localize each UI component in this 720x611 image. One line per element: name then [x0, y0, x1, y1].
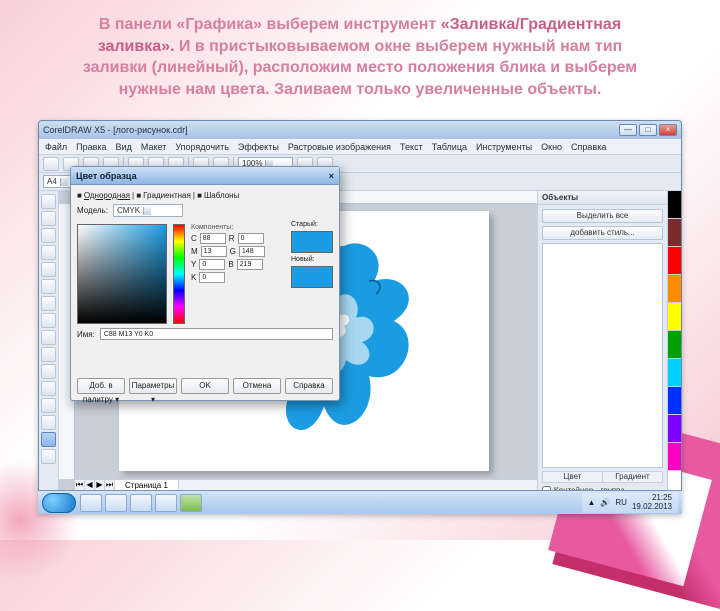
- window-title: CorelDRAW X5 - [лого-рисунок.cdr]: [43, 125, 188, 135]
- crop-tool-icon[interactable]: [41, 228, 56, 243]
- taskbar-clock[interactable]: 21:25 19.02.2013: [632, 494, 672, 512]
- menu-layout[interactable]: Макет: [141, 142, 166, 152]
- swatch[interactable]: [668, 415, 681, 443]
- swatch[interactable]: [668, 247, 681, 275]
- color-dialog[interactable]: Цвет образца × ■ Однородная | ■ Градиент…: [70, 166, 340, 401]
- fill-tool-icon[interactable]: [41, 432, 56, 447]
- window-min-button[interactable]: —: [619, 124, 637, 136]
- pick-tool-icon[interactable]: [41, 194, 56, 209]
- taskbar-icon[interactable]: [155, 494, 177, 512]
- swatch[interactable]: [668, 387, 681, 415]
- old-color-label: Старый:: [291, 221, 333, 228]
- menu-bar: Файл Правка Вид Макет Упорядочить Эффект…: [39, 139, 681, 155]
- rgb-r-field[interactable]: 0: [238, 233, 264, 244]
- docker-panel: Объекты Выделить все добавить стиль... Ц…: [537, 191, 667, 499]
- menu-text[interactable]: Текст: [400, 142, 423, 152]
- window-close-button[interactable]: ×: [659, 124, 677, 136]
- table-tool-icon[interactable]: [41, 364, 56, 379]
- docker-title[interactable]: Объекты: [538, 191, 667, 205]
- zoom-tool-icon[interactable]: [41, 245, 56, 260]
- rgb-b-field[interactable]: 219: [237, 259, 263, 270]
- menu-arrange[interactable]: Упорядочить: [175, 142, 229, 152]
- color-name-field[interactable]: C88 M13 Y0 K0: [100, 328, 333, 340]
- docker-add-style-button[interactable]: добавить стиль...: [542, 226, 663, 240]
- hue-slider[interactable]: [173, 224, 185, 324]
- interactive-fill-tool-icon[interactable]: [41, 449, 56, 464]
- dialog-tab-uniform[interactable]: Однородная: [84, 191, 130, 200]
- shape-tool-icon[interactable]: [41, 211, 56, 226]
- cmyk-m-field[interactable]: 13: [201, 246, 227, 257]
- polygon-tool-icon[interactable]: [41, 330, 56, 345]
- ellipse-tool-icon[interactable]: [41, 313, 56, 328]
- tray-lang[interactable]: RU: [615, 498, 627, 507]
- ok-button[interactable]: OK: [181, 378, 229, 394]
- cmyk-c-field[interactable]: 88: [200, 233, 226, 244]
- outline-tool-icon[interactable]: [41, 415, 56, 430]
- swatch[interactable]: [668, 219, 681, 247]
- cmyk-k-field[interactable]: 0: [199, 272, 225, 283]
- components-label: Компоненты:: [191, 224, 285, 231]
- freehand-tool-icon[interactable]: [41, 262, 56, 277]
- tray-icon[interactable]: 🔊: [600, 498, 610, 507]
- new-icon[interactable]: [43, 157, 59, 171]
- docker-list[interactable]: [542, 243, 663, 468]
- docker-tab-color[interactable]: Цвет: [543, 472, 602, 482]
- docker-tab-gradient[interactable]: Градиент: [602, 472, 662, 482]
- dialog-tab-patterns[interactable]: Шаблоны: [204, 191, 239, 200]
- taskbar-app-corel[interactable]: [180, 494, 202, 512]
- menu-file[interactable]: Файл: [45, 142, 67, 152]
- window-titlebar[interactable]: CorelDRAW X5 - [лого-рисунок.cdr] — □ ×: [39, 121, 681, 139]
- menu-table[interactable]: Таблица: [432, 142, 467, 152]
- interactive-tool-icon[interactable]: [41, 381, 56, 396]
- window-max-button[interactable]: □: [639, 124, 657, 136]
- taskbar-icon[interactable]: [130, 494, 152, 512]
- smartfill-tool-icon[interactable]: [41, 279, 56, 294]
- taskbar-icon[interactable]: [105, 494, 127, 512]
- menu-view[interactable]: Вид: [116, 142, 132, 152]
- options-button[interactable]: Параметры ▾: [129, 378, 177, 394]
- toolbox: [39, 191, 59, 499]
- menu-edit[interactable]: Правка: [76, 142, 106, 152]
- model-combo[interactable]: CMYK: [113, 204, 183, 217]
- add-to-palette-button[interactable]: Доб. в палитру ▾: [77, 378, 125, 394]
- new-color-label: Новый:: [291, 256, 333, 263]
- dialog-titlebar[interactable]: Цвет образца ×: [71, 167, 339, 185]
- start-button[interactable]: [42, 493, 76, 513]
- menu-window[interactable]: Окно: [541, 142, 562, 152]
- color-field[interactable]: [77, 224, 167, 324]
- help-button[interactable]: Справка: [285, 378, 333, 394]
- swatch[interactable]: [668, 275, 681, 303]
- dialog-close-icon[interactable]: ×: [329, 171, 334, 181]
- windows-taskbar[interactable]: ▲ 🔊 RU 21:25 19.02.2013: [38, 490, 682, 514]
- swatch[interactable]: [668, 443, 681, 471]
- swatch[interactable]: [668, 331, 681, 359]
- color-name-label: Имя:: [77, 330, 95, 339]
- system-tray[interactable]: ▲ 🔊 RU 21:25 19.02.2013: [582, 493, 679, 513]
- dialog-title-text: Цвет образца: [76, 171, 137, 181]
- menu-help[interactable]: Справка: [571, 142, 606, 152]
- color-palette: [667, 191, 681, 499]
- swatch[interactable]: [668, 359, 681, 387]
- menu-tools[interactable]: Инструменты: [476, 142, 532, 152]
- taskbar-icon[interactable]: [80, 494, 102, 512]
- dialog-tab-gradient[interactable]: Градиентная: [143, 191, 191, 200]
- text-tool-icon[interactable]: [41, 347, 56, 362]
- swatch[interactable]: [668, 303, 681, 331]
- eyedropper-tool-icon[interactable]: [41, 398, 56, 413]
- rectangle-tool-icon[interactable]: [41, 296, 56, 311]
- cancel-button[interactable]: Отмена: [233, 378, 281, 394]
- swatch[interactable]: [668, 191, 681, 219]
- menu-bitmap[interactable]: Растровые изображения: [288, 142, 391, 152]
- slide-headline: В панели «Графика» выберем инструмент «З…: [40, 14, 680, 100]
- cmyk-y-field[interactable]: 0: [199, 259, 225, 270]
- tray-icon[interactable]: ▲: [588, 498, 596, 507]
- menu-effects[interactable]: Эффекты: [238, 142, 279, 152]
- model-label: Модель:: [77, 206, 108, 215]
- new-color-swatch: [291, 266, 333, 288]
- rgb-g-field[interactable]: 148: [239, 246, 265, 257]
- old-color-swatch: [291, 231, 333, 253]
- docker-select-all-button[interactable]: Выделить все: [542, 209, 663, 223]
